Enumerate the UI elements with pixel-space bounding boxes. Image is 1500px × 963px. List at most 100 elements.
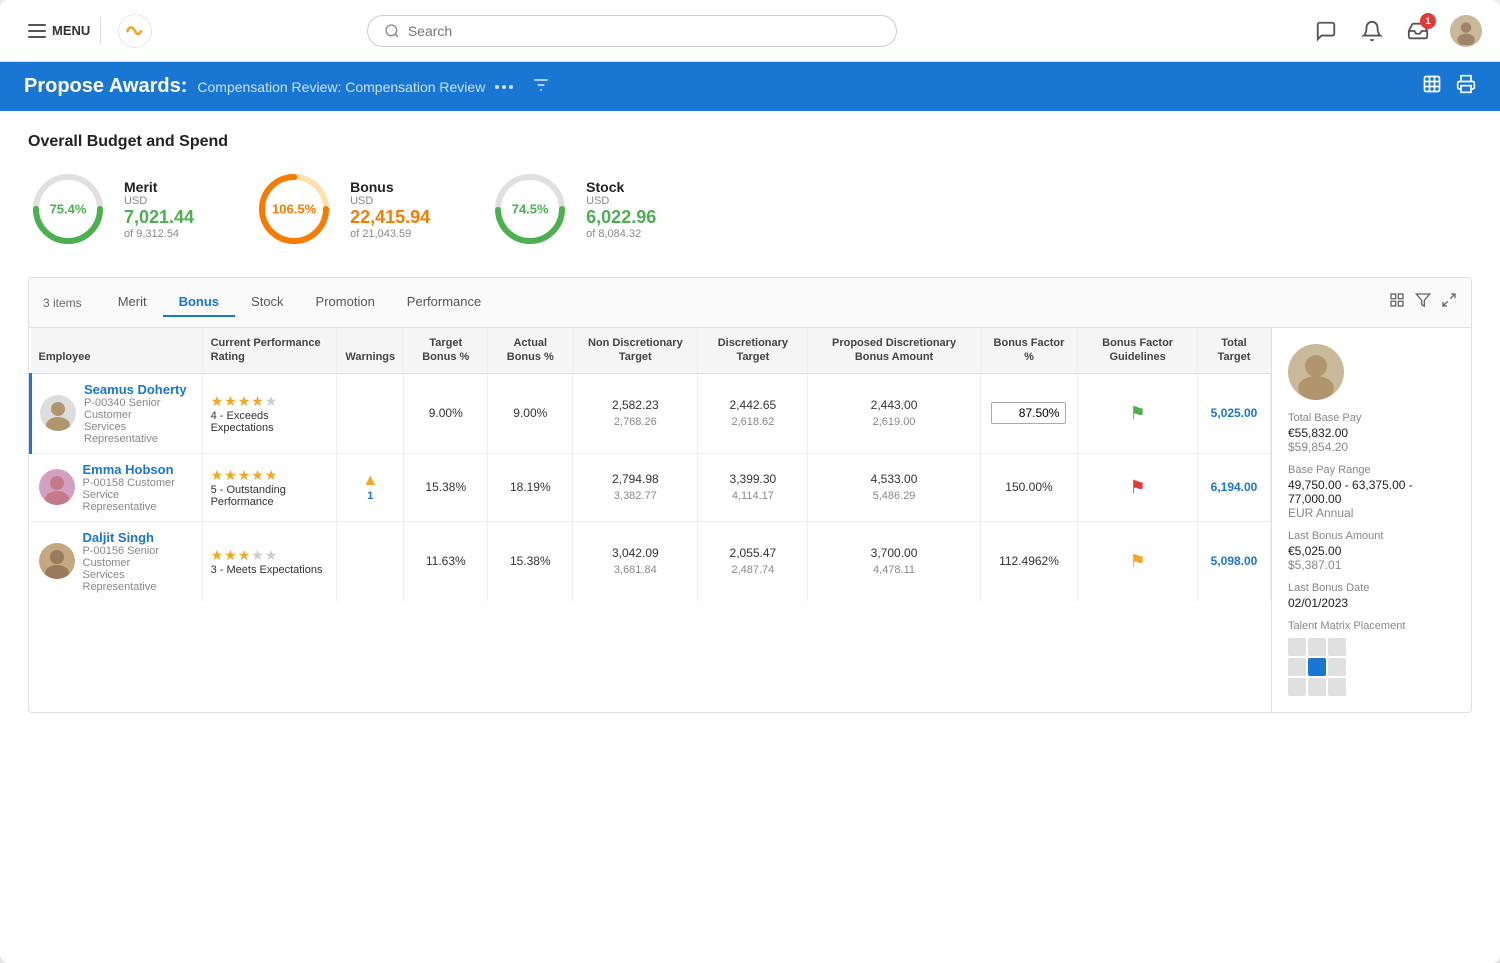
search-bar[interactable] <box>367 15 897 47</box>
total-link-emma[interactable]: 6,194.00 <box>1211 480 1258 494</box>
target-bonus-daljit: 11.63% <box>404 521 488 601</box>
bonus-guidelines-emma: ⚑ <box>1078 453 1198 521</box>
talent-matrix-grid <box>1288 638 1455 696</box>
emp-name-daljit[interactable]: Daljit Singh <box>83 530 194 545</box>
bonus-gauge: 106.5% <box>254 169 334 249</box>
last-bonus-date: 02/01/2023 <box>1288 596 1455 610</box>
non-disc-emma: 2,794.98 3,382.77 <box>573 453 698 521</box>
rating-label-daljit: 3 - Meets Expectations <box>211 564 329 576</box>
breadcrumb[interactable]: Compensation Review: Compensation Review <box>197 79 485 95</box>
data-table: Employee Current Performance Rating Warn… <box>29 328 1271 601</box>
total-base-pay-eur: €55,832.00 <box>1288 426 1455 440</box>
menu-button[interactable]: MENU <box>18 17 101 44</box>
bonus-of: of 21,043.59 <box>350 228 430 240</box>
emp-avatar-daljit <box>39 543 75 579</box>
col-disc-target: Discretionary Target <box>698 328 808 373</box>
talent-cell-active <box>1308 658 1326 676</box>
proposed-seamus: 2,443.00 2,619.00 <box>808 373 980 453</box>
actual-bonus-emma: 18.19% <box>488 453 573 521</box>
page-title: Propose Awards: <box>24 75 187 98</box>
emp-name-emma[interactable]: Emma Hobson <box>83 462 194 477</box>
merit-info: Merit USD 7,021.44 of 9,312.54 <box>124 179 194 240</box>
base-pay-range-label: Base Pay Range <box>1288 464 1455 476</box>
bonus-factor-input-seamus[interactable] <box>991 402 1066 424</box>
talent-cell <box>1288 658 1306 676</box>
search-input[interactable] <box>408 23 880 39</box>
filter-icon[interactable] <box>531 75 551 98</box>
total-target-daljit: 5,098.00 <box>1198 521 1271 601</box>
bonus-factor-emma: 150.00% <box>980 453 1077 521</box>
tab-promotion[interactable]: Promotion <box>300 288 391 317</box>
workday-logo[interactable] <box>117 13 153 49</box>
col-non-disc: Non Discretionary Target <box>573 328 698 373</box>
budget-row: 75.4% Merit USD 7,021.44 of 9,312.54 106… <box>28 169 1472 249</box>
print-icon[interactable] <box>1456 74 1476 99</box>
emp-id-daljit: P-00156 Senior Customer <box>83 545 194 569</box>
stock-info: Stock USD 6,022.96 of 8,084.32 <box>586 179 656 240</box>
col-bonus-guidelines: Bonus Factor Guidelines <box>1078 328 1198 373</box>
expand-icon[interactable] <box>1441 292 1457 313</box>
chat-icon[interactable] <box>1312 17 1340 45</box>
warning-cell-emma: ▲ 1 <box>337 453 404 521</box>
flag-green-seamus: ⚑ <box>1130 403 1146 423</box>
user-avatar[interactable] <box>1450 15 1482 47</box>
proposed-emma: 4,533.00 5,486.29 <box>808 453 980 521</box>
stock-of: of 8,084.32 <box>586 228 656 240</box>
emp-name-seamus[interactable]: Seamus Doherty <box>84 382 194 397</box>
hamburger-icon <box>28 24 46 38</box>
content-row: Employee Current Performance Rating Warn… <box>29 328 1471 712</box>
disc-target-seamus: 2,442.65 2,618.62 <box>698 373 808 453</box>
rating-label-emma: 5 - Outstanding Performance <box>211 484 329 508</box>
target-bonus-emma: 15.38% <box>404 453 488 521</box>
flag-yellow-daljit: ⚑ <box>1130 551 1146 571</box>
filter-table-icon[interactable] <box>1415 292 1431 313</box>
total-link-daljit[interactable]: 5,098.00 <box>1211 554 1258 568</box>
employee-cell-daljit: Daljit Singh P-00156 Senior Customer Ser… <box>31 521 203 601</box>
inbox-badge: 1 <box>1420 13 1436 29</box>
bonus-factor-seamus[interactable] <box>980 373 1077 453</box>
items-count: 3 items <box>43 296 82 310</box>
base-pay-range: 49,750.00 - 63,375.00 - 77,000.00 <box>1288 478 1455 506</box>
warning-count-emma[interactable]: 1 <box>345 490 395 502</box>
emp-role-emma: Representative <box>83 501 194 513</box>
col-total-target: Total Target <box>1198 328 1271 373</box>
bonus-info: Bonus USD 22,415.94 of 21,043.59 <box>350 179 430 240</box>
notification-icon[interactable] <box>1358 17 1386 45</box>
warning-cell-seamus <box>337 373 404 453</box>
total-link-seamus[interactable]: 5,025.00 <box>1211 406 1258 420</box>
actual-bonus-seamus: 9.00% <box>488 373 573 453</box>
target-bonus-seamus: 9.00% <box>404 373 488 453</box>
stock-gauge: 74.5% <box>490 169 570 249</box>
tab-bonus[interactable]: Bonus <box>163 288 235 317</box>
flag-red-emma: ⚑ <box>1130 477 1146 497</box>
search-icon <box>384 23 400 39</box>
total-target-seamus: 5,025.00 <box>1198 373 1271 453</box>
table-row[interactable]: Seamus Doherty P-00340 Senior Customer S… <box>31 373 1271 453</box>
bonus-currency: USD <box>350 195 430 207</box>
side-panel: Total Base Pay €55,832.00 $59,854.20 Bas… <box>1271 328 1471 712</box>
rating-cell-emma: ★★★★★ 5 - Outstanding Performance <box>202 453 337 521</box>
col-target-bonus: Target Bonus % <box>404 328 488 373</box>
total-base-pay-label: Total Base Pay <box>1288 412 1455 424</box>
nav-icons: 1 <box>1312 15 1482 47</box>
emp-role-seamus: Services Representative <box>84 421 194 445</box>
grid-view-icon[interactable] <box>1389 292 1405 313</box>
emp-id-seamus: P-00340 Senior Customer <box>84 397 194 421</box>
export-spreadsheet-icon[interactable] <box>1422 74 1442 99</box>
bonus-pct: 106.5% <box>272 202 316 217</box>
tab-performance[interactable]: Performance <box>391 288 497 317</box>
tab-merit[interactable]: Merit <box>102 288 163 317</box>
warning-cell-daljit <box>337 521 404 601</box>
inbox-icon[interactable]: 1 <box>1404 17 1432 45</box>
tab-stock[interactable]: Stock <box>235 288 300 317</box>
header-bar: Propose Awards: Compensation Review: Com… <box>0 62 1500 111</box>
merit-amount: 7,021.44 <box>124 207 194 228</box>
header-dots[interactable] <box>495 85 513 89</box>
merit-currency: USD <box>124 195 194 207</box>
merit-gauge: 75.4% <box>28 169 108 249</box>
table-row[interactable]: Emma Hobson P-00158 Customer Service Rep… <box>31 453 1271 521</box>
talent-cell <box>1288 678 1306 696</box>
employee-cell-emma: Emma Hobson P-00158 Customer Service Rep… <box>31 453 203 521</box>
table-row[interactable]: Daljit Singh P-00156 Senior Customer Ser… <box>31 521 1271 601</box>
budget-item-merit: 75.4% Merit USD 7,021.44 of 9,312.54 <box>28 169 194 249</box>
